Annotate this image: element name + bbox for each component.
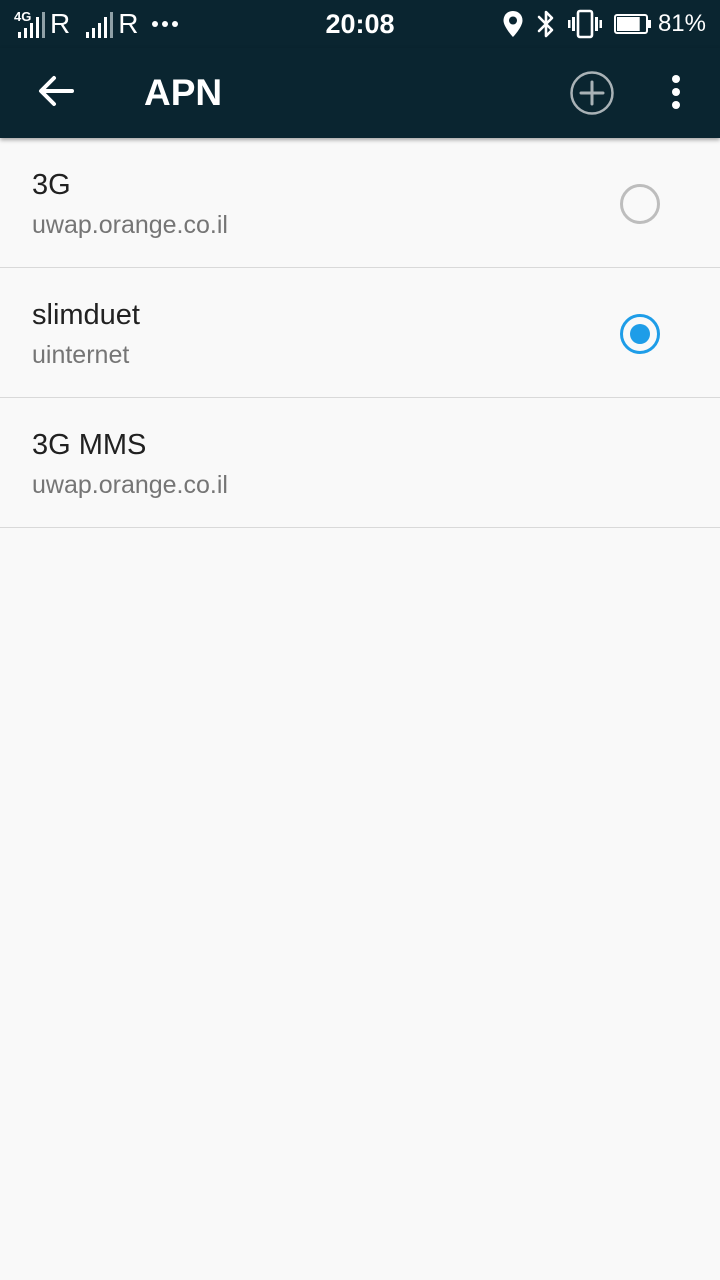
battery-percent: 81% bbox=[657, 10, 706, 37]
page-title: APN bbox=[144, 72, 223, 113]
apn-list: 3G uwap.orange.co.il slimduet uinternet … bbox=[0, 138, 720, 528]
apn-address: uwap.orange.co.il bbox=[32, 211, 228, 239]
status-right-group: 81% bbox=[490, 8, 706, 40]
status-bar: 4G R R 20:08 81% bbox=[0, 0, 720, 48]
back-button[interactable] bbox=[20, 62, 92, 124]
apn-name: 3G bbox=[32, 169, 71, 201]
radio-dot bbox=[630, 324, 650, 344]
apn-radio-button[interactable] bbox=[620, 184, 660, 224]
more-vert-icon bbox=[670, 74, 682, 115]
apn-item-3g-mms[interactable]: 3G MMS uwap.orange.co.il bbox=[0, 398, 720, 528]
apn-item-slimduet[interactable]: slimduet uinternet bbox=[0, 268, 720, 398]
add-circle-icon bbox=[569, 70, 615, 121]
more-options-button[interactable] bbox=[650, 64, 702, 124]
apn-name: 3G MMS bbox=[32, 429, 147, 461]
add-apn-button[interactable] bbox=[562, 65, 622, 125]
bluetooth-icon bbox=[536, 9, 556, 39]
back-arrow-icon bbox=[38, 75, 74, 112]
apn-address: uinternet bbox=[32, 341, 130, 369]
apn-name: slimduet bbox=[32, 299, 140, 331]
apn-address: uwap.orange.co.il bbox=[32, 471, 228, 499]
vibrate-icon bbox=[567, 9, 602, 39]
battery-icon bbox=[613, 14, 652, 34]
apn-item-3g[interactable]: 3G uwap.orange.co.il bbox=[0, 138, 720, 268]
app-bar: APN bbox=[0, 48, 720, 138]
apn-radio-button[interactable] bbox=[620, 314, 660, 354]
location-icon bbox=[502, 10, 524, 38]
